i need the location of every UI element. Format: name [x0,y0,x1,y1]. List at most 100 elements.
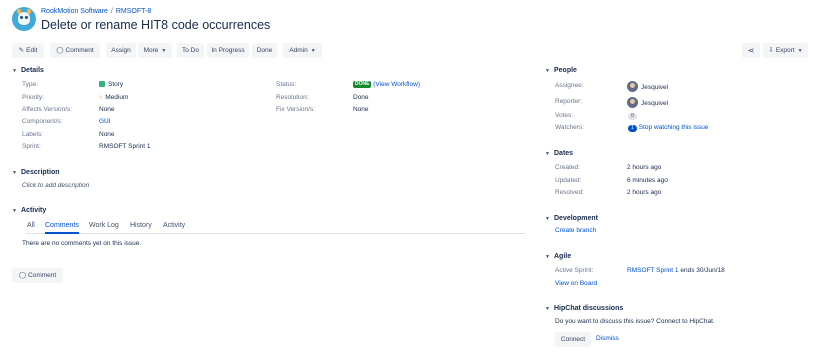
edit-button[interactable]: ✎ Edit [12,43,44,58]
connect-button[interactable]: Connect [555,332,591,347]
create-branch-link[interactable]: Create branch [555,227,596,234]
type-label: Type: [22,81,38,88]
chevron-down-icon: ▼ [797,48,803,54]
no-comments-message: There are no comments yet on this issue. [22,240,142,247]
chevron-down-icon: ▼ [310,48,316,54]
admin-button[interactable]: Admin ▼ [283,43,322,58]
details-section-header[interactable]: ▼ Details [12,67,44,74]
created-label: Created: [555,164,580,171]
votes-label: Votes: [555,112,574,119]
comment-button[interactable]: ◯ Comment [50,43,100,58]
breadcrumb: RookMotion Software / RMSOFT-8 [41,8,151,15]
description-heading: Description [21,169,60,176]
in-progress-button[interactable]: In Progress [207,43,249,58]
dates-section-header[interactable]: ▼ Dates [545,150,573,157]
created-value: 2 hours ago [627,164,662,171]
affects-label: Affects Version/s: [22,106,73,113]
activity-heading: Activity [21,207,47,214]
twistie-down-icon: ▼ [545,216,550,222]
type-value[interactable]: Story [99,81,123,88]
dates-heading: Dates [554,150,574,157]
tab-work-log[interactable]: Work Log [89,222,119,229]
more-button[interactable]: More ▼ [138,43,172,58]
avatar-eye-right [25,16,28,19]
breadcrumb-issue-key[interactable]: RMSOFT-8 [116,8,151,15]
reporter-label: Reporter: [555,98,583,105]
votes-badge: 0 [628,113,637,120]
priority-value[interactable]: ↑ Medium [99,94,128,101]
active-sprint-suffix: ends 30/Jun/18 [680,267,725,274]
hipchat-prompt: Do you want to discuss this issue? Conne… [555,318,715,325]
active-sprint-value: RMSOFT Sprint 1 ends 30/Jun/18 [627,267,725,274]
description-section-header[interactable]: ▼ Description [12,169,60,176]
components-value[interactable]: GUI [99,118,111,125]
active-sprint-link[interactable]: RMSOFT Sprint 1 [627,267,679,274]
assign-button[interactable]: Assign [106,43,136,58]
resolution-value: Done [353,94,369,101]
active-sprint-label: Active Sprint: [555,267,594,274]
issue-title[interactable]: Delete or rename HIT8 code occurrences [41,18,270,32]
watchers-badge[interactable]: 1 [628,125,637,132]
export-button[interactable]: ⇩ Export ▼ [763,43,808,58]
description-placeholder[interactable]: Click to add description [22,182,89,189]
admin-label: Admin [289,47,308,54]
done-button[interactable]: Done [252,43,277,58]
twistie-down-icon: ▼ [545,306,550,312]
reporter-name: Jesquivel [641,100,669,107]
download-icon: ⇩ [768,47,774,54]
assignee-label: Assignee: [555,82,584,89]
hipchat-heading: HipChat discussions [554,305,624,312]
agile-section-header[interactable]: ▼ Agile [545,253,571,260]
type-text: Story [108,81,124,88]
comment-icon: ◯ [56,47,64,54]
edit-label: Edit [26,47,38,54]
twistie-down-icon: ▼ [545,68,550,74]
todo-button[interactable]: To Do [177,43,204,58]
pencil-icon: ✎ [18,47,25,54]
stop-watching-link[interactable]: Stop watching this issue [639,124,709,131]
story-icon [99,81,105,87]
activity-section-header[interactable]: ▼ Activity [12,207,46,214]
breadcrumb-project[interactable]: RookMotion Software [41,8,108,15]
priority-text: Medium [105,94,129,101]
watchers-value: 1 Stop watching this issue [628,124,709,132]
people-section-header[interactable]: ▼ People [545,67,577,74]
arrow-up-icon: ↑ [99,94,103,101]
tab-all[interactable]: All [27,222,35,229]
user-avatar-icon [627,81,638,92]
people-heading: People [554,67,577,74]
fix-version-value[interactable]: None [353,106,369,113]
reporter-value[interactable]: Jesquivel [627,97,668,108]
tab-activity[interactable]: Activity [163,222,185,229]
updated-value: 6 minutes ago [627,177,668,184]
share-button[interactable]: ⋖ [742,43,760,58]
details-heading: Details [21,67,44,74]
fix-version-label: Fix Version/s: [276,106,316,113]
twistie-down-icon: ▼ [12,170,17,176]
export-label: Export [775,47,795,54]
hipchat-section-header[interactable]: ▼ HipChat discussions [545,305,623,312]
avatar-face [18,12,30,25]
votes-value[interactable]: 0 [628,112,637,120]
affects-value[interactable]: None [99,106,115,113]
assignee-value[interactable]: Jesquivel [627,81,668,92]
tab-history[interactable]: History [130,222,152,229]
add-comment-button[interactable]: ◯ Comment [12,268,63,283]
priority-label: Priority: [22,94,45,101]
sprint-value[interactable]: RMSOFT Sprint 1 [99,143,151,150]
twistie-down-icon: ▼ [12,208,17,214]
tab-comments[interactable]: Comments [45,222,79,234]
view-workflow-link[interactable]: (View Workflow) [373,81,420,88]
view-on-board-link[interactable]: View on Board [555,280,597,287]
resolution-label: Resolution: [276,94,309,101]
add-comment-label: Comment [28,272,57,279]
labels-label: Labels: [22,131,43,138]
status-lozenge: DONE [353,81,372,88]
development-section-header[interactable]: ▼ Development [545,215,598,222]
project-avatar[interactable] [12,7,36,31]
dismiss-link[interactable]: Dismiss [596,335,619,342]
sprint-label: Sprint: [22,143,41,150]
labels-value[interactable]: None [99,131,115,138]
status-label: Status: [276,81,297,88]
comment-label: Comment [65,47,94,54]
